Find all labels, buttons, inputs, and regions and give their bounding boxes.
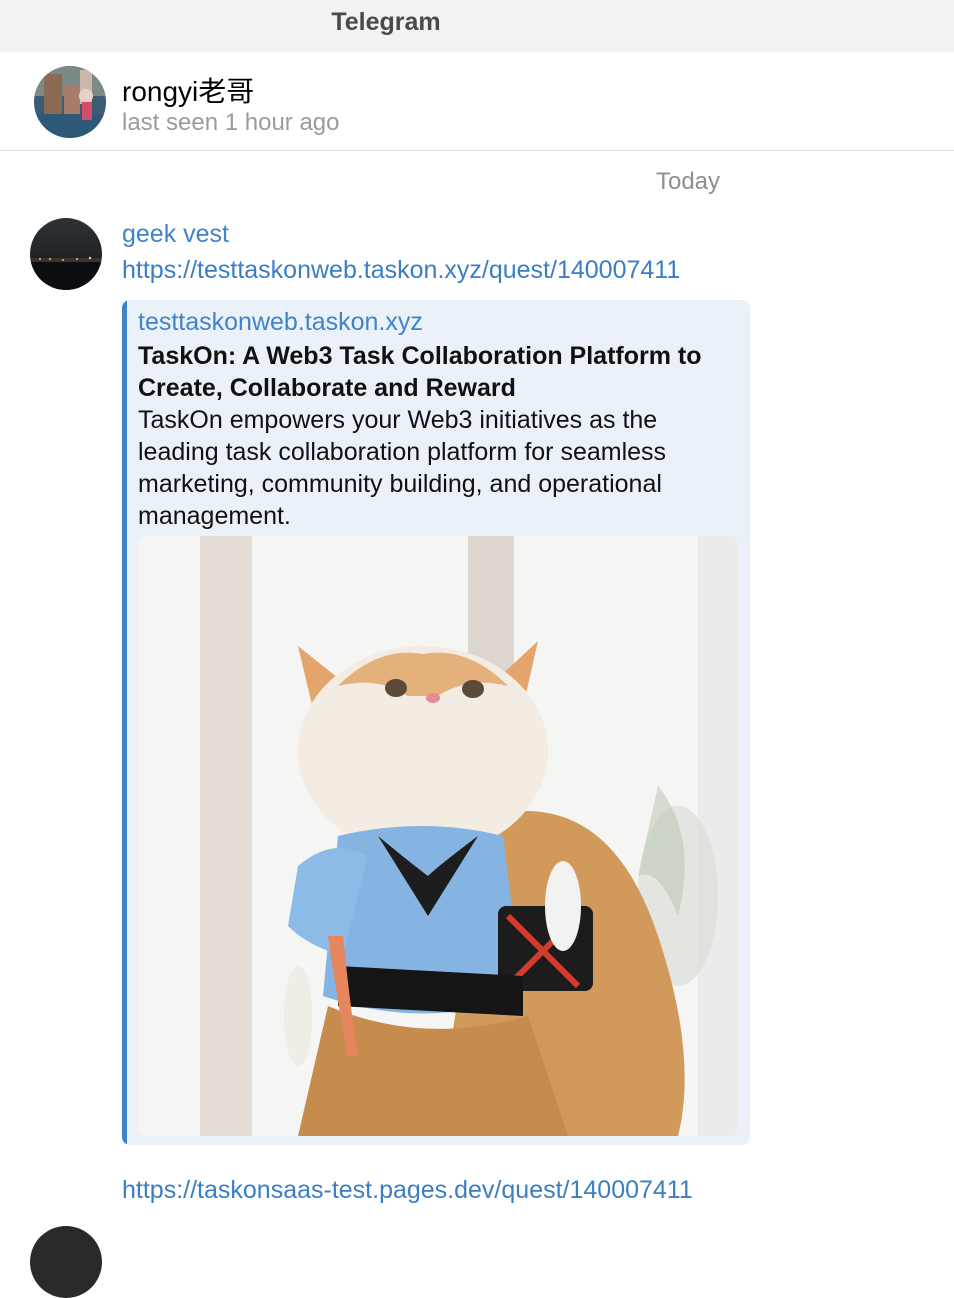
preview-description: TaskOn empowers your Web3 initiatives as… <box>138 406 667 530</box>
peer-status: last seen 1 hour ago <box>122 109 340 136</box>
preview-title: TaskOn: A Web3 Task Collaboration Platfo… <box>138 342 702 402</box>
preview-image[interactable] <box>138 536 738 1136</box>
sender-avatar[interactable] <box>30 218 102 290</box>
next-sender-avatar[interactable] <box>30 1226 102 1298</box>
message-link[interactable]: https://testtaskonweb.taskon.xyz/quest/1… <box>122 256 680 285</box>
preview-site-name: testtaskonweb.taskon.xyz <box>138 308 423 336</box>
window-title: Telegram <box>331 8 441 36</box>
message-link-second[interactable]: https://taskonsaas-test.pages.dev/quest/… <box>122 1176 693 1205</box>
window-titlebar: Telegram <box>0 0 954 52</box>
date-separator: Today <box>655 168 721 195</box>
cat-in-costume-image-icon <box>138 536 738 1136</box>
message-sender[interactable]: geek vest <box>122 220 229 249</box>
preview-accent-bar <box>122 300 127 1145</box>
user-avatar-icon <box>34 66 106 138</box>
peer-avatar[interactable] <box>34 66 106 138</box>
user-avatar-icon <box>30 218 102 290</box>
peer-name[interactable]: rongyi老哥 <box>122 70 254 110</box>
link-preview[interactable]: testtaskonweb.taskon.xyz TaskOn: A Web3 … <box>122 300 750 1145</box>
chat-header[interactable]: rongyi老哥 last seen 1 hour ago <box>0 52 954 151</box>
